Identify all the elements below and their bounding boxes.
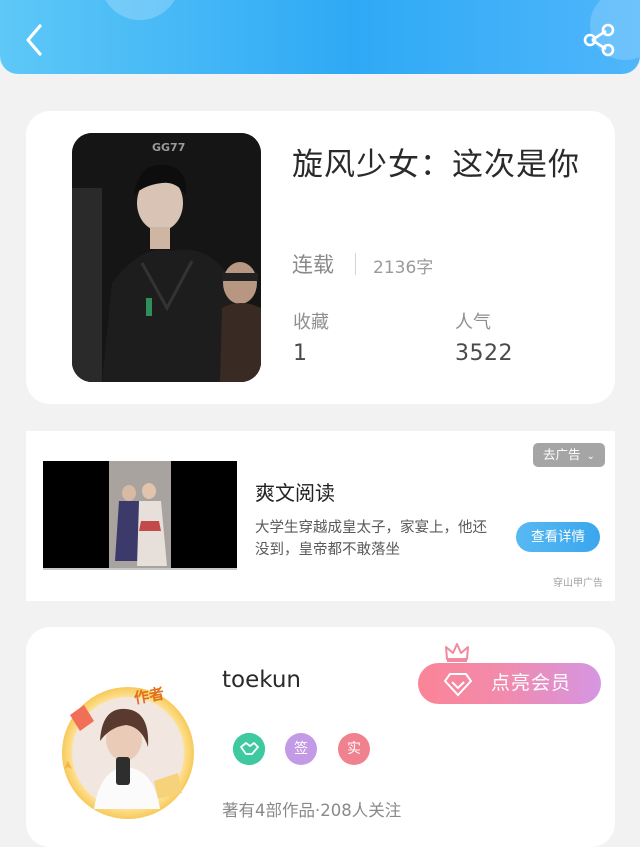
view-details-button[interactable]: 查看详情	[516, 522, 600, 552]
chevron-left-icon	[26, 24, 42, 56]
diamond-icon	[443, 673, 473, 697]
ad-description: 大学生穿越成皇太子，家宴上，他还没到，皇帝都不敢落坐	[255, 520, 487, 558]
book-info-card: GG77 旋风少女：这次是你 连载 2136字 收藏 1 人气 3522	[26, 111, 615, 404]
cover-image	[72, 133, 261, 382]
ad-source: 穿山甲广告	[553, 578, 603, 589]
favorites-value: 1	[293, 341, 308, 366]
author-card: 作者 toekun 点亮会员 签 实 著有4部作品·208人关注	[26, 627, 615, 847]
cover-watermark: GG77	[152, 141, 186, 154]
verified-badge: 实	[338, 733, 370, 765]
ad-card[interactable]: 去广告 ⌄ 爽文阅读 大学生穿越成皇太子，家宴上，他还没到，皇帝都不敢落坐 查看…	[26, 431, 615, 601]
popularity-value: 3522	[455, 341, 513, 366]
popularity-label: 人气	[455, 312, 491, 333]
author-stats: 著有4部作品·208人关注	[222, 801, 402, 820]
share-button[interactable]	[580, 22, 618, 58]
serial-status: 连载	[292, 253, 334, 277]
word-count: 2136字	[373, 258, 434, 278]
book-cover[interactable]: GG77	[72, 133, 261, 382]
favorites-label: 收藏	[293, 312, 329, 333]
vip-button-label: 点亮会员	[491, 672, 572, 694]
author-avatar[interactable]: 作者	[50, 669, 206, 825]
crown-icon	[445, 643, 469, 662]
video-progress-track	[43, 568, 237, 570]
handshake-icon	[233, 733, 265, 765]
top-bar	[0, 0, 640, 74]
divider	[355, 253, 356, 275]
light-up-vip-button[interactable]: 点亮会员	[418, 663, 601, 704]
ad-title: 爽文阅读	[255, 481, 335, 505]
author-name: toekun	[222, 667, 302, 693]
header-decoration	[100, 0, 180, 20]
book-title: 旋风少女：这次是你	[292, 147, 580, 183]
chevron-down-icon: ⌄	[586, 451, 595, 462]
remove-ad-label: 去广告	[543, 447, 581, 462]
share-icon	[583, 23, 615, 57]
remove-ad-button[interactable]: 去广告 ⌄	[533, 443, 605, 467]
back-button[interactable]	[18, 20, 52, 60]
ad-video[interactable]	[43, 461, 237, 570]
signed-author-badge: 签	[285, 733, 317, 765]
ad-video-thumbnail	[109, 461, 171, 570]
